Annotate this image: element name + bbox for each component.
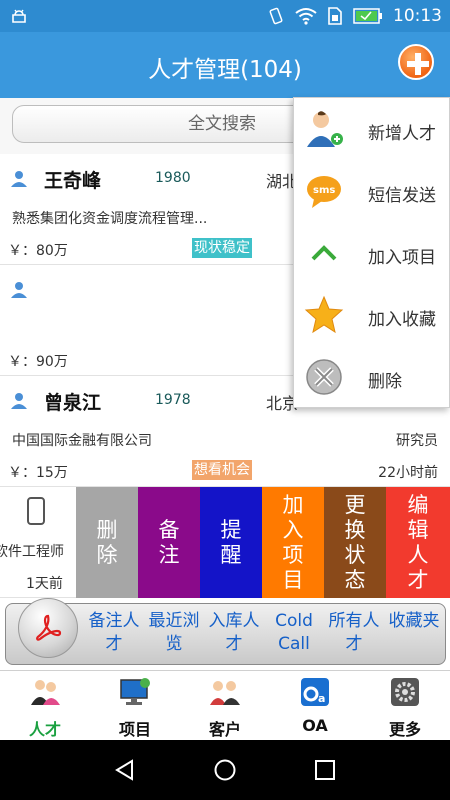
quick-recent-browse[interactable]: 最近浏览 bbox=[148, 610, 200, 656]
edit-talent-action-button[interactable]: 编辑人才 bbox=[386, 487, 450, 598]
menu-item-label: 短信发送 bbox=[368, 186, 436, 206]
talent-updated-time: 1天前 bbox=[26, 576, 63, 592]
person-icon bbox=[11, 282, 27, 298]
battery-icon bbox=[353, 8, 382, 24]
talent-salary: ￥：15万 bbox=[8, 465, 68, 481]
status-badge: 现状稳定 bbox=[192, 238, 252, 258]
back-icon[interactable] bbox=[113, 758, 137, 782]
recents-icon[interactable] bbox=[314, 759, 336, 781]
note-action-button[interactable]: 备注 bbox=[138, 487, 200, 598]
system-nav-bar bbox=[0, 740, 450, 800]
quick-cold-call[interactable]: Cold Call bbox=[268, 610, 320, 656]
talent-role: 研究员 bbox=[396, 433, 438, 449]
oa-icon: a bbox=[301, 678, 329, 706]
app-header: 人才管理(104) bbox=[0, 32, 450, 98]
sms-icon: sms bbox=[307, 176, 341, 208]
menu-item-add-project[interactable]: 加入项目 bbox=[294, 222, 450, 284]
talent-birth-year: 1978 bbox=[155, 392, 191, 408]
phone-icon bbox=[27, 497, 45, 525]
quick-favorites[interactable]: 收藏夹 bbox=[388, 610, 440, 633]
status-bar: 10:13 bbox=[0, 0, 450, 32]
tab-projects[interactable]: 项目 bbox=[90, 671, 180, 741]
action-label: 加入项目 bbox=[282, 492, 304, 592]
action-label: 编辑人才 bbox=[407, 492, 429, 592]
menu-item-label: 新增人才 bbox=[368, 124, 436, 144]
talent-birth-year: 1980 bbox=[155, 170, 191, 186]
people-icon bbox=[31, 680, 60, 705]
status-badge: 想看机会 bbox=[192, 460, 252, 480]
page-title: 人才管理(104) bbox=[148, 57, 302, 83]
quick-noted-talent[interactable]: 备注人才 bbox=[88, 610, 140, 656]
action-label: 删除 bbox=[96, 517, 118, 567]
svg-text:sms: sms bbox=[313, 185, 335, 196]
add-to-project-action-button[interactable]: 加入项目 bbox=[262, 487, 324, 598]
swiped-talent-row[interactable]: 软件工程师 1天前 删除 备注 提醒 加入项目 更换状态 编辑人才 bbox=[0, 487, 450, 598]
menu-orb-button[interactable] bbox=[18, 598, 78, 658]
delete-action-button[interactable]: 删除 bbox=[76, 487, 138, 598]
clock: 10:13 bbox=[393, 6, 442, 26]
talent-name: 曾泉江 bbox=[44, 392, 102, 414]
add-person-icon bbox=[307, 111, 343, 147]
menu-item-label: 加入项目 bbox=[368, 248, 436, 268]
menu-item-delete[interactable]: 删除 bbox=[294, 346, 450, 408]
svg-text:a: a bbox=[318, 692, 325, 705]
menu-item-label: 加入收藏 bbox=[368, 310, 436, 330]
remind-action-button[interactable]: 提醒 bbox=[200, 487, 262, 598]
vibrate-icon bbox=[269, 7, 283, 25]
tab-oa[interactable]: a OA bbox=[270, 671, 360, 741]
tab-label: OA bbox=[302, 716, 328, 735]
chevron-up-icon bbox=[311, 245, 337, 261]
wifi-icon bbox=[295, 8, 317, 25]
action-label: 提醒 bbox=[220, 517, 242, 567]
talent-updated-time: 22小时前 bbox=[378, 465, 438, 481]
tab-label: 客户 bbox=[208, 720, 241, 739]
pdf-icon bbox=[36, 614, 62, 641]
talent-name: 王奇峰 bbox=[44, 170, 102, 192]
talent-salary: ￥：90万 bbox=[8, 354, 68, 370]
menu-item-sms[interactable]: sms 短信发送 bbox=[294, 160, 450, 222]
clients-icon bbox=[210, 681, 240, 705]
tab-label: 人才 bbox=[28, 720, 61, 739]
talent-role: 软件工程师 bbox=[0, 544, 64, 560]
tab-more[interactable]: 更多 bbox=[360, 671, 450, 741]
action-label: 更换状态 bbox=[344, 492, 366, 592]
person-icon bbox=[11, 393, 27, 409]
android-notification-icon bbox=[12, 9, 26, 23]
tab-talent[interactable]: 人才 bbox=[0, 671, 90, 741]
delete-icon bbox=[306, 359, 342, 395]
talent-description: 中国国际金融有限公司 bbox=[12, 433, 152, 449]
monitor-icon bbox=[120, 678, 150, 705]
talent-salary: ￥：80万 bbox=[8, 243, 68, 259]
talent-description: 熟悉集团化资金调度流程管理... bbox=[12, 211, 208, 227]
star-icon bbox=[304, 295, 344, 334]
quick-filter-bar: 备注人才 最近浏览 入库人才 Cold Call 所有人才 收藏夹 bbox=[5, 598, 446, 665]
quick-stored-talent[interactable]: 入库人才 bbox=[208, 610, 260, 656]
change-status-action-button[interactable]: 更换状态 bbox=[324, 487, 386, 598]
add-menu-button[interactable] bbox=[398, 44, 434, 80]
tab-label: 更多 bbox=[388, 720, 421, 739]
person-icon bbox=[11, 171, 27, 187]
menu-item-favorite[interactable]: 加入收藏 bbox=[294, 284, 450, 346]
menu-item-add-talent[interactable]: 新增人才 bbox=[294, 98, 450, 160]
add-dropdown-menu: 新增人才 sms 短信发送 加入项目 加入收藏 删除 bbox=[293, 97, 450, 408]
sim-icon bbox=[328, 7, 342, 25]
bottom-nav: 人才 项目 客户 a OA 更多 bbox=[0, 670, 450, 740]
gear-icon bbox=[391, 678, 419, 706]
action-label: 备注 bbox=[158, 517, 180, 567]
menu-item-label: 删除 bbox=[368, 372, 402, 392]
tab-label: 项目 bbox=[118, 720, 151, 739]
home-icon[interactable] bbox=[213, 758, 237, 782]
quick-all-talent[interactable]: 所有人才 bbox=[328, 610, 380, 656]
tab-clients[interactable]: 客户 bbox=[180, 671, 270, 741]
